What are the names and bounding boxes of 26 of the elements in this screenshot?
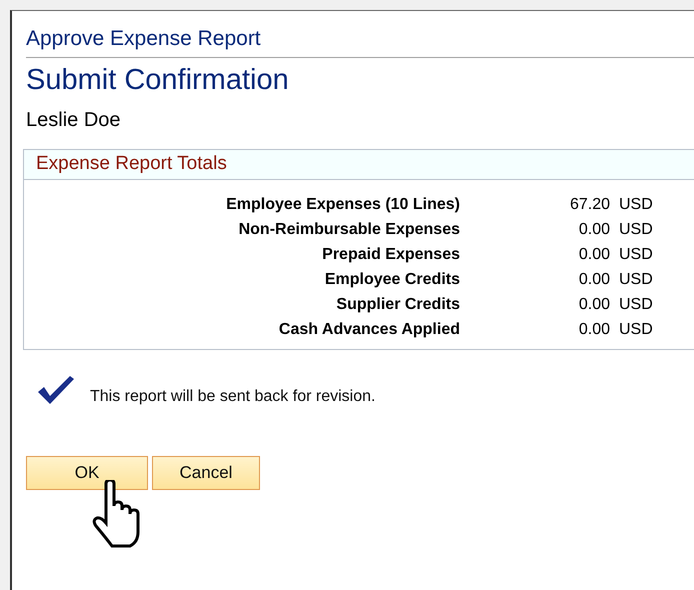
total-label: Employee Expenses (10 Lines): [225, 196, 460, 214]
total-amount: 0.00: [578, 246, 610, 264]
total-amount: 0.00: [578, 296, 610, 314]
total-label: Non-Reimbursable Expenses: [238, 221, 460, 239]
currency-code: USD: [618, 271, 654, 289]
currency-code: USD: [618, 246, 654, 264]
total-amount: 67.20: [568, 196, 610, 214]
total-label: Cash Advances Applied: [278, 321, 460, 339]
currency-code: USD: [618, 321, 654, 339]
total-amount: 0.00: [578, 271, 610, 289]
currency-code: USD: [618, 221, 654, 239]
total-label: Prepaid Expenses: [321, 246, 460, 264]
total-label: Supplier Credits: [335, 296, 460, 314]
panel-title: Expense Report Totals: [24, 150, 694, 180]
ok-button[interactable]: OK: [26, 456, 148, 490]
checkmark-icon: [36, 374, 76, 406]
currency-code: USD: [618, 196, 654, 214]
confirmation-message: This report will be sent back for revision.: [90, 388, 376, 406]
currency-code: USD: [618, 296, 654, 314]
total-amount: 0.00: [578, 321, 610, 339]
cancel-button[interactable]: Cancel: [152, 456, 260, 490]
total-amount: 0.00: [578, 221, 610, 239]
total-label: Employee Credits: [324, 271, 460, 289]
page-title: Approve Expense Report: [26, 27, 694, 58]
page-heading: Submit Confirmation: [26, 64, 290, 97]
employee-name: Leslie Doe: [26, 109, 122, 132]
